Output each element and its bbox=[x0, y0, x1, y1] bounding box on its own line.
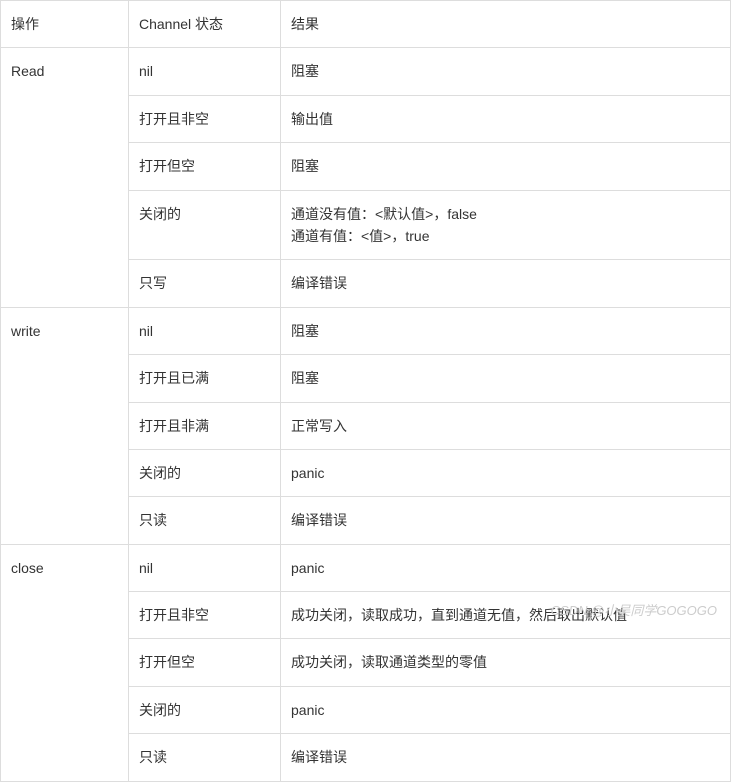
table-row: Readnil阻塞 bbox=[1, 48, 731, 95]
cell-operation: write bbox=[1, 307, 129, 544]
cell-channel-state: 只读 bbox=[129, 734, 281, 781]
cell-result: 通道没有值：<默认值>，false通道有值：<值>，true bbox=[281, 190, 731, 260]
cell-channel-state: 关闭的 bbox=[129, 686, 281, 733]
cell-result: 阻塞 bbox=[281, 143, 731, 190]
cell-result: 阻塞 bbox=[281, 307, 731, 354]
cell-result: panic bbox=[281, 449, 731, 496]
cell-channel-state: 打开且已满 bbox=[129, 355, 281, 402]
cell-result: 成功关闭，读取通道类型的零值 bbox=[281, 639, 731, 686]
cell-result: 成功关闭，读取成功，直到通道无值，然后取出默认值 bbox=[281, 592, 731, 639]
cell-channel-state: 关闭的 bbox=[129, 449, 281, 496]
cell-result: 阻塞 bbox=[281, 48, 731, 95]
cell-channel-state: nil bbox=[129, 48, 281, 95]
cell-operation: Read bbox=[1, 48, 129, 307]
cell-result: panic bbox=[281, 686, 731, 733]
cell-result: 编译错误 bbox=[281, 260, 731, 307]
cell-channel-state: nil bbox=[129, 307, 281, 354]
cell-channel-state: 只读 bbox=[129, 497, 281, 544]
header-operation: 操作 bbox=[1, 1, 129, 48]
cell-channel-state: nil bbox=[129, 544, 281, 591]
cell-channel-state: 打开且非空 bbox=[129, 95, 281, 142]
cell-channel-state: 关闭的 bbox=[129, 190, 281, 260]
cell-channel-state: 只写 bbox=[129, 260, 281, 307]
table-row: writenil阻塞 bbox=[1, 307, 731, 354]
header-channel-state: Channel 状态 bbox=[129, 1, 281, 48]
cell-result: 输出值 bbox=[281, 95, 731, 142]
table-header-row: 操作 Channel 状态 结果 bbox=[1, 1, 731, 48]
cell-channel-state: 打开且非满 bbox=[129, 402, 281, 449]
channel-behavior-table: 操作 Channel 状态 结果 Readnil阻塞打开且非空输出值打开但空阻塞… bbox=[0, 0, 731, 782]
cell-result: 编译错误 bbox=[281, 734, 731, 781]
cell-channel-state: 打开且非空 bbox=[129, 592, 281, 639]
cell-result: 正常写入 bbox=[281, 402, 731, 449]
table-row: closenilpanic bbox=[1, 544, 731, 591]
cell-channel-state: 打开但空 bbox=[129, 143, 281, 190]
header-result: 结果 bbox=[281, 1, 731, 48]
cell-result: 阻塞 bbox=[281, 355, 731, 402]
cell-operation: close bbox=[1, 544, 129, 781]
cell-channel-state: 打开但空 bbox=[129, 639, 281, 686]
cell-result: panic bbox=[281, 544, 731, 591]
cell-result: 编译错误 bbox=[281, 497, 731, 544]
